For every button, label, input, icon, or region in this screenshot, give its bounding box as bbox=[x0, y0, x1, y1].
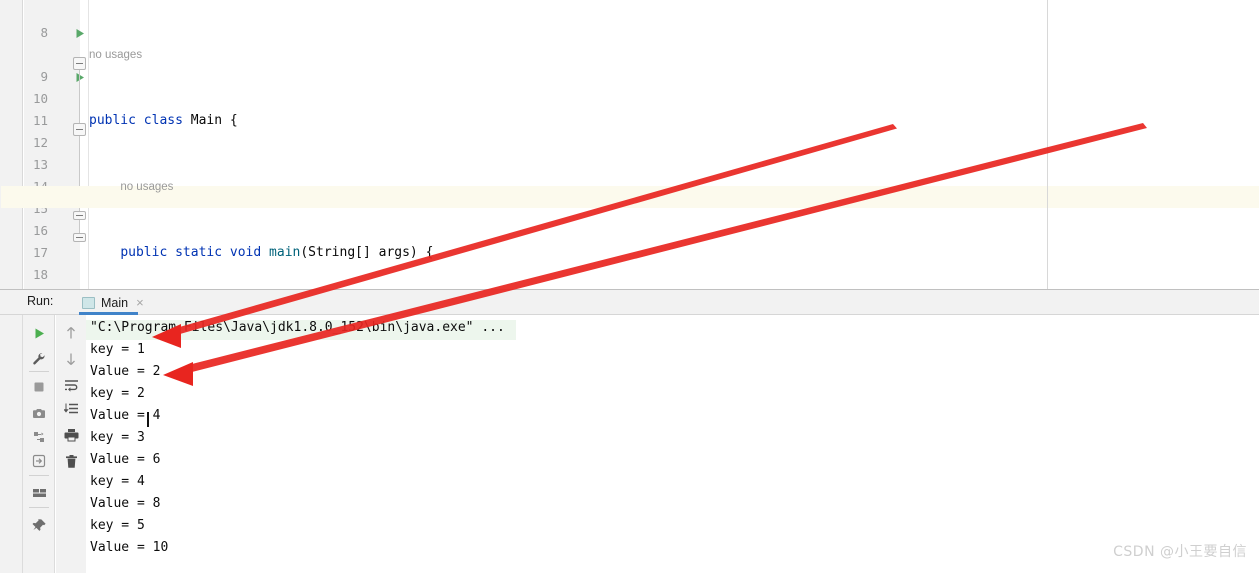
java-class-icon bbox=[82, 296, 95, 309]
fold-toggle-for[interactable] bbox=[73, 123, 86, 136]
console-output-line: key = 4 bbox=[90, 474, 145, 489]
run-header: Run: Main × bbox=[0, 290, 1259, 315]
dump-threads-button[interactable] bbox=[23, 425, 55, 449]
code-content: no usages public class Main { no usages … bbox=[89, 0, 1169, 289]
run-left-strip bbox=[0, 315, 23, 573]
close-icon[interactable]: × bbox=[136, 296, 144, 309]
clear-button[interactable] bbox=[56, 449, 86, 473]
inlay-hint-no-usages-2: no usages bbox=[120, 181, 174, 193]
run-window-label: Run: bbox=[27, 294, 54, 308]
line-number-8: 8 bbox=[40, 25, 48, 40]
fold-toggle-method[interactable] bbox=[73, 57, 86, 70]
toolbar-divider-1 bbox=[29, 371, 49, 372]
pin-icon bbox=[32, 518, 46, 531]
console-output-line: key = 5 bbox=[90, 518, 145, 533]
console-output-line: Value = 4 bbox=[90, 408, 161, 423]
scroll-to-end-icon bbox=[63, 403, 78, 414]
up-button[interactable] bbox=[56, 321, 86, 345]
arrow-up-icon bbox=[67, 327, 75, 339]
fold-guide-line bbox=[79, 64, 80, 234]
console-output-line: Value = 10 bbox=[90, 540, 169, 555]
print-icon bbox=[64, 429, 78, 442]
run-toolbar-primary[interactable] bbox=[23, 315, 55, 573]
stop-icon bbox=[34, 382, 44, 392]
console-command-line: "C:\Program Files\Java\jdk1.8.0_152\bin\… bbox=[90, 320, 505, 335]
inlay-hint-no-usages: no usages bbox=[89, 49, 143, 61]
console-output-line: Value = 6 bbox=[90, 452, 161, 467]
csdn-watermark: CSDN @小王要自信 bbox=[1113, 544, 1247, 560]
stop-button[interactable] bbox=[23, 375, 55, 399]
attach-button[interactable] bbox=[23, 449, 55, 473]
wrench-icon bbox=[33, 353, 45, 365]
down-button[interactable] bbox=[56, 347, 86, 371]
console-output-line: key = 2 bbox=[90, 386, 145, 401]
toolbar-divider-3 bbox=[29, 507, 49, 508]
code-folding-column[interactable] bbox=[72, 0, 88, 289]
soft-wrap-button[interactable] bbox=[56, 373, 86, 397]
attach-icon bbox=[32, 454, 46, 468]
line-number-12: 12 bbox=[32, 135, 48, 150]
pin-tab-button[interactable] bbox=[23, 513, 55, 537]
line-number-16: 16 bbox=[32, 223, 48, 238]
console-output-line: key = 3 bbox=[90, 430, 145, 445]
run-tab-main[interactable]: Main × bbox=[76, 290, 152, 315]
run-tab-label: Main bbox=[101, 295, 129, 310]
threads-icon bbox=[34, 432, 44, 442]
arrow-down-icon bbox=[67, 353, 75, 365]
console-output[interactable]: "C:\Program Files\Java\jdk1.8.0_152\bin\… bbox=[86, 315, 1259, 573]
soft-wrap-icon bbox=[64, 380, 78, 392]
ide-window: 89101112131415161718 no usages public cl… bbox=[0, 0, 1259, 573]
layout-button[interactable] bbox=[23, 481, 55, 505]
console-output-line: Value = 8 bbox=[90, 496, 161, 511]
trash-icon bbox=[65, 454, 77, 468]
line-number-13: 13 bbox=[32, 157, 48, 172]
toolbar-divider-2 bbox=[29, 475, 49, 476]
play-icon bbox=[35, 328, 44, 338]
fold-end-method[interactable] bbox=[73, 233, 86, 242]
fold-end-for[interactable] bbox=[73, 211, 86, 220]
rerun-button[interactable] bbox=[23, 321, 55, 345]
code-line-8: public class Main { bbox=[89, 113, 238, 128]
console-output-line: Value = 2 bbox=[90, 364, 161, 379]
line-number-17: 17 bbox=[32, 245, 48, 260]
layout-icon bbox=[32, 489, 46, 497]
line-number-10: 10 bbox=[32, 91, 48, 106]
scroll-end-button[interactable] bbox=[56, 397, 86, 421]
screenshot-button[interactable] bbox=[23, 401, 55, 425]
print-button[interactable] bbox=[56, 423, 86, 447]
edit-configuration-button[interactable] bbox=[23, 347, 55, 371]
console-output-line: key = 1 bbox=[90, 342, 145, 357]
line-number-9: 9 bbox=[40, 69, 48, 84]
run-toolbar-secondary[interactable] bbox=[56, 315, 86, 573]
line-number-11: 11 bbox=[32, 113, 48, 128]
code-line-9: public static void main(String[] args) { bbox=[120, 245, 434, 260]
inlay-hint-row-2: no usages bbox=[89, 176, 1169, 198]
code-editor[interactable]: 89101112131415161718 no usages public cl… bbox=[0, 0, 1259, 289]
line-number-18: 18 bbox=[32, 267, 48, 282]
run-tool-window: Run: Main × "C:\Program Files\Java\jdk1.… bbox=[0, 289, 1259, 573]
camera-icon bbox=[33, 408, 45, 418]
inlay-hint-row: no usages bbox=[89, 44, 1169, 66]
code-text-area[interactable]: no usages public class Main { no usages … bbox=[1, 0, 1259, 289]
